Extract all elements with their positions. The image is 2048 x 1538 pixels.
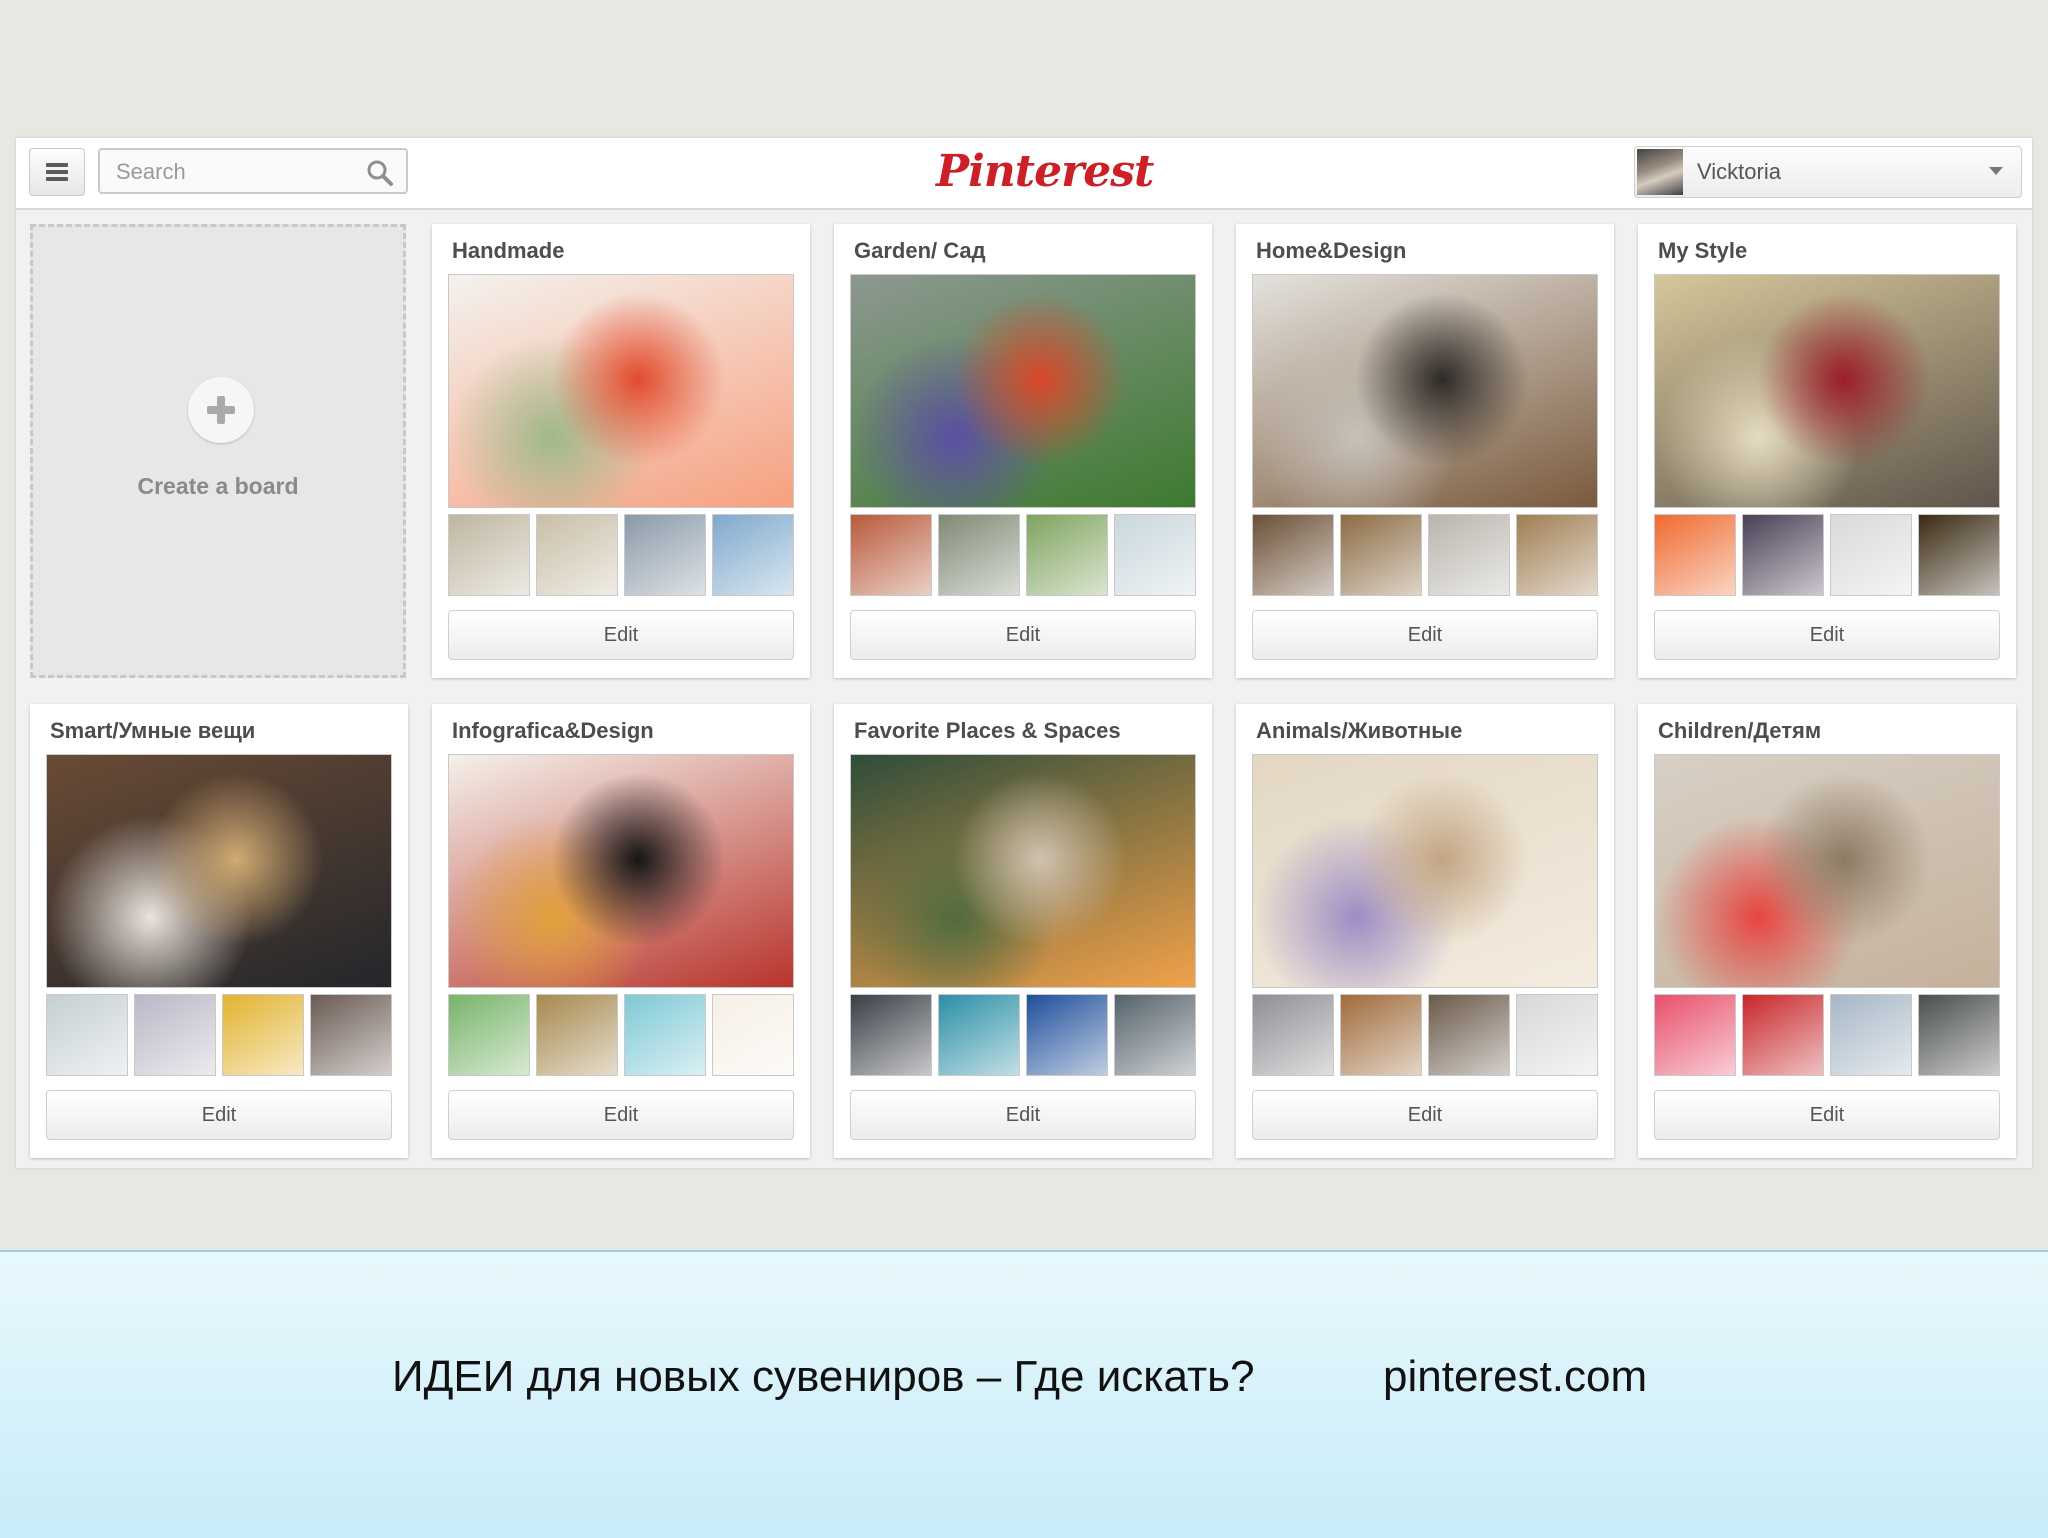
board-thumbnail[interactable] [938,514,1020,596]
board-title[interactable]: Smart/Умные вещи [50,718,255,744]
board-thumbnail[interactable] [1428,514,1510,596]
board-thumbnail[interactable] [850,514,932,596]
search-icon[interactable] [366,159,394,187]
board-card[interactable]: Home&Design Edit [1236,224,1614,678]
board-thumbnail[interactable] [1026,514,1108,596]
board-thumbnails [1654,994,2000,1076]
edit-board-button[interactable]: Edit [448,610,794,660]
board-thumbnail[interactable] [46,994,128,1076]
edit-board-button[interactable]: Edit [1252,1090,1598,1140]
board-card[interactable]: My Style Edit [1638,224,2016,678]
search-box[interactable] [98,148,408,194]
board-thumbnails [1654,514,2000,596]
board-cover-image[interactable] [1252,754,1598,988]
slide-caption-box: ИДЕИ для новых сувениров – Где искать? p… [0,1250,2048,1538]
board-card[interactable]: Infografica&Design Edit [432,704,810,1158]
edit-board-button[interactable]: Edit [1654,610,2000,660]
board-thumbnail[interactable] [1918,994,2000,1076]
board-title[interactable]: Favorite Places & Spaces [854,718,1121,744]
board-cover-image[interactable] [1654,754,2000,988]
board-thumbnail[interactable] [1340,514,1422,596]
board-cover-image[interactable] [850,274,1196,508]
board-thumbnail[interactable] [712,994,794,1076]
create-board-tile[interactable]: Create a board [30,224,406,678]
edit-board-button[interactable]: Edit [850,1090,1196,1140]
board-thumbnails [850,994,1196,1076]
board-thumbnail[interactable] [1026,994,1108,1076]
board-cover-image[interactable] [1252,274,1598,508]
board-card[interactable]: Handmade Edit [432,224,810,678]
board-thumbnail[interactable] [134,994,216,1076]
user-name: Vicktoria [1697,159,1781,184]
board-thumbnail[interactable] [624,994,706,1076]
board-thumbnail[interactable] [850,994,932,1076]
board-thumbnail[interactable] [1516,514,1598,596]
board-thumbnails [46,994,392,1076]
board-thumbnail[interactable] [1830,514,1912,596]
top-navigation-bar: Pinterest Vicktoria [16,138,2032,210]
menu-button[interactable] [29,148,85,196]
board-cover-image[interactable] [448,274,794,508]
edit-board-button[interactable]: Edit [850,610,1196,660]
board-cover-image[interactable] [46,754,392,988]
board-title[interactable]: Infografica&Design [452,718,654,744]
board-title[interactable]: Handmade [452,238,564,264]
slide-caption: ИДЕИ для новых сувениров – Где искать? [392,1352,1255,1401]
board-card[interactable]: Garden/ Сад Edit [834,224,1212,678]
hamburger-icon [46,163,68,167]
edit-board-button[interactable]: Edit [1654,1090,2000,1140]
create-board-label: Create a board [137,473,299,499]
board-thumbnail[interactable] [222,994,304,1076]
board-title[interactable]: Animals/Животные [1256,718,1462,744]
board-thumbnail[interactable] [1252,514,1334,596]
board-thumbnails [850,514,1196,596]
board-thumbnail[interactable] [448,994,530,1076]
board-thumbnail[interactable] [1742,514,1824,596]
user-menu[interactable]: Vicktoria [1634,146,2022,198]
board-card[interactable]: Animals/Животные Edit [1236,704,1614,1158]
pinterest-screenshot: Pinterest Vicktoria Create a board Handm… [16,138,2032,1168]
board-thumbnails [448,514,794,596]
board-card[interactable]: Favorite Places & Spaces Edit [834,704,1212,1158]
board-thumbnail[interactable] [536,514,618,596]
board-thumbnail[interactable] [712,514,794,596]
board-title[interactable]: Garden/ Сад [854,238,986,264]
board-thumbnail[interactable] [1114,514,1196,596]
board-thumbnail[interactable] [1830,994,1912,1076]
board-thumbnails [1252,994,1598,1076]
board-cover-image[interactable] [1654,274,2000,508]
board-thumbnail[interactable] [536,994,618,1076]
board-thumbnail[interactable] [938,994,1020,1076]
board-thumbnail[interactable] [310,994,392,1076]
board-thumbnail[interactable] [1428,994,1510,1076]
edit-board-button[interactable]: Edit [46,1090,392,1140]
board-thumbnail[interactable] [1654,994,1736,1076]
board-thumbnail[interactable] [1918,514,2000,596]
board-cover-image[interactable] [850,754,1196,988]
edit-board-button[interactable]: Edit [448,1090,794,1140]
board-title[interactable]: Home&Design [1256,238,1406,264]
board-thumbnails [1252,514,1598,596]
board-thumbnail[interactable] [1516,994,1598,1076]
search-input[interactable] [114,150,358,194]
board-thumbnail[interactable] [448,514,530,596]
slide-url: pinterest.com [1383,1352,1648,1401]
board-thumbnail[interactable] [1654,514,1736,596]
board-card[interactable]: Smart/Умные вещи Edit [30,704,408,1158]
chevron-down-icon[interactable] [1989,167,2003,175]
board-thumbnail[interactable] [1252,994,1334,1076]
plus-icon[interactable] [188,377,254,443]
board-title[interactable]: My Style [1658,238,1747,264]
board-title[interactable]: Children/Детям [1658,718,1821,744]
board-thumbnail[interactable] [1340,994,1422,1076]
edit-board-button[interactable]: Edit [1252,610,1598,660]
board-thumbnail[interactable] [1114,994,1196,1076]
board-cover-image[interactable] [448,754,794,988]
pinterest-logo[interactable]: Pinterest [936,144,1154,200]
avatar[interactable] [1637,149,1683,195]
board-thumbnail[interactable] [624,514,706,596]
board-thumbnails [448,994,794,1076]
board-card[interactable]: Children/Детям Edit [1638,704,2016,1158]
board-thumbnail[interactable] [1742,994,1824,1076]
